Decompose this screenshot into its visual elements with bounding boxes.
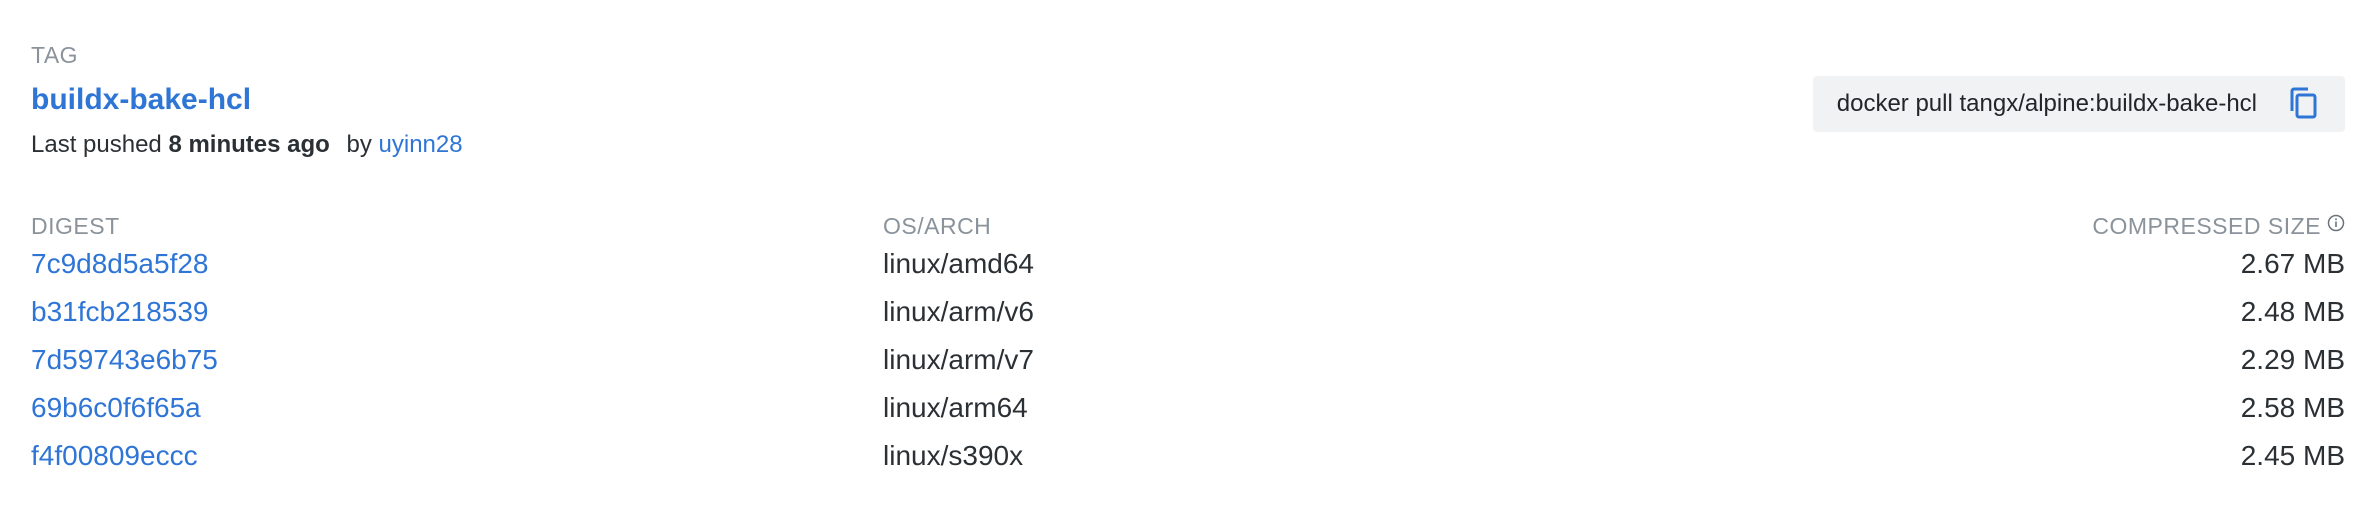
digest-cell: 69b6c0f6f65a (31, 384, 883, 432)
os-arch-cell: linux/arm64 (883, 392, 1028, 423)
pushed-by-label: by (346, 131, 372, 158)
digest-table: DIGEST OS/ARCH COMPRESSED SIZE 7c9d8d5a5… (31, 206, 2345, 480)
digest-cell: 7d59743e6b75 (31, 336, 883, 384)
digest-link[interactable]: 7c9d8d5a5f28 (31, 248, 209, 279)
last-pushed-line: Last pushed 8 minutes ago by uyinn28 (31, 130, 2345, 160)
digest-cell: b31fcb218539 (31, 288, 883, 336)
digest-cell: 7c9d8d5a5f28 (31, 240, 883, 288)
tag-caption: TAG (31, 42, 79, 68)
tag-panel: TAG buildx-bake-hcl Last pushed 8 minute… (31, 40, 2345, 480)
table-row: f4f00809eccc linux/s390x 2.45 MB (31, 432, 2345, 480)
size-cell: 2.48 MB (2240, 296, 2345, 327)
docker-pull-box: docker pull tangx/alpine:buildx-bake-hcl (1812, 76, 2345, 132)
os-arch-header: OS/ARCH (883, 213, 992, 239)
digest-link[interactable]: f4f00809eccc (31, 440, 198, 471)
tag-header: TAG buildx-bake-hcl Last pushed 8 minute… (31, 40, 2345, 180)
tag-name-link[interactable]: buildx-bake-hcl (31, 82, 251, 118)
os-arch-cell: linux/arm/v6 (883, 296, 1034, 327)
table-row: 7c9d8d5a5f28 linux/amd64 2.67 MB (31, 240, 2345, 288)
size-cell: 2.58 MB (2240, 392, 2345, 423)
size-cell: 2.45 MB (2240, 440, 2345, 471)
compressed-size-header: COMPRESSED SIZE (1683, 206, 2345, 240)
table-header-row: DIGEST OS/ARCH COMPRESSED SIZE (31, 206, 2345, 240)
table-row: 7d59743e6b75 linux/arm/v7 2.29 MB (31, 336, 2345, 384)
os-arch-cell: linux/s390x (883, 440, 1024, 471)
digest-link[interactable]: 69b6c0f6f65a (31, 392, 201, 423)
table-row: 69b6c0f6f65a linux/arm64 2.58 MB (31, 384, 2345, 432)
table-row: b31fcb218539 linux/arm/v6 2.48 MB (31, 288, 2345, 336)
copy-icon (2290, 87, 2317, 119)
pushed-time: 8 minutes ago (168, 131, 330, 158)
os-arch-cell: linux/arm/v7 (883, 344, 1034, 375)
size-cell: 2.67 MB (2240, 248, 2345, 279)
size-cell: 2.29 MB (2240, 344, 2345, 375)
digest-cell: f4f00809eccc (31, 432, 883, 480)
digest-link[interactable]: 7d59743e6b75 (31, 344, 218, 375)
docker-pull-command[interactable]: docker pull tangx/alpine:buildx-bake-hcl (1837, 90, 2257, 118)
pushed-by-user-link[interactable]: uyinn28 (379, 131, 463, 158)
info-icon[interactable] (2327, 211, 2345, 238)
copy-button[interactable] (2287, 86, 2321, 122)
os-arch-cell: linux/amd64 (883, 248, 1034, 279)
pushed-prefix: Last pushed (31, 131, 162, 158)
digest-header: DIGEST (31, 213, 120, 239)
compressed-size-header-label: COMPRESSED SIZE (2092, 213, 2321, 239)
digest-link[interactable]: b31fcb218539 (31, 296, 209, 327)
